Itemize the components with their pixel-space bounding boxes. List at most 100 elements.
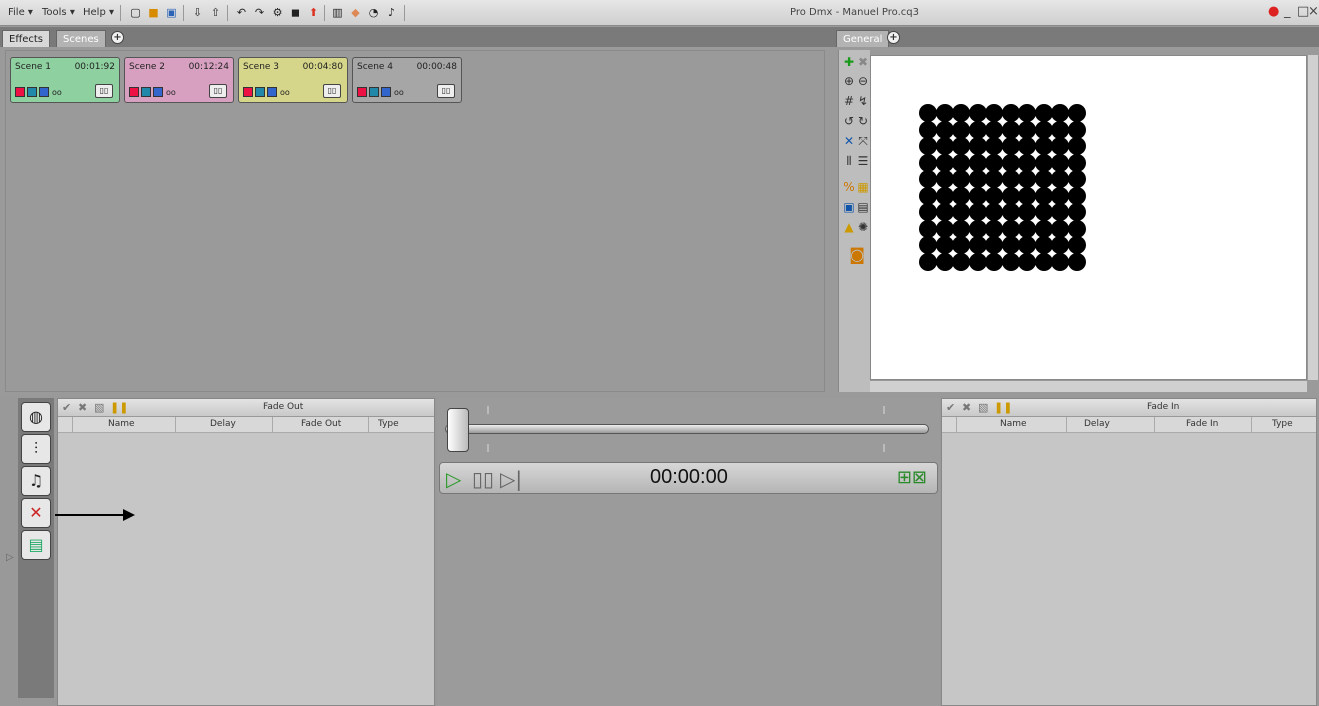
fixture-dot[interactable] [1067,104,1086,122]
matrix-icon[interactable]: ▦ [856,180,870,194]
add-fixture-icon[interactable]: ✚ [842,55,856,69]
cross-icon[interactable]: ✕ [842,134,856,148]
fixture-dot[interactable] [935,170,954,188]
scene-card[interactable]: Scene 4 00:00:48 oo ▯▯ [352,57,462,103]
fixture-dot[interactable] [1051,104,1069,122]
fixture-dot[interactable] [968,203,987,221]
fixture-dot[interactable] [1067,219,1086,238]
fixture-canvas[interactable] [870,55,1307,380]
fixture-dot[interactable] [919,120,937,139]
tab-general[interactable]: General [836,30,890,47]
zoom-out-icon[interactable]: ⊖ [856,74,870,88]
fixture-dot[interactable] [985,219,1003,238]
fixture-dot[interactable] [1034,236,1053,254]
fixture-dot[interactable] [1067,186,1086,205]
fixture-dot[interactable] [1051,120,1069,139]
fixture-dot[interactable] [985,104,1003,122]
column-delay[interactable]: Delay [210,419,236,429]
color-wheel-button[interactable]: ◍ [21,402,51,432]
dial-icon[interactable]: ◔ [366,5,381,20]
fixture-dot[interactable] [968,137,987,155]
horizontal-scrollbar[interactable] [870,380,1307,392]
footsteps-icon[interactable]: ❚❚ [110,402,128,414]
undo-icon[interactable]: ↶ [234,5,249,20]
fixture-dot[interactable] [1034,219,1053,238]
clear-icon[interactable]: ▧ [978,402,988,414]
column-fade-in[interactable]: Fade In [1186,419,1218,429]
options-icon[interactable]: ✺ [856,220,870,234]
column-name[interactable]: Name [108,419,135,429]
align-icon[interactable]: ⫴ [842,154,856,168]
fixture-dot[interactable] [1067,236,1086,254]
check-icon[interactable]: ✔ [946,402,955,414]
fixture-dot[interactable] [1018,120,1036,139]
expand-icon[interactable]: ▷ [6,552,14,563]
timeline-button[interactable]: ▤ [21,530,51,560]
fixture-dot[interactable] [1018,104,1036,122]
group-icon[interactable]: ▣ [842,200,856,214]
tab-scenes[interactable]: Scenes [56,30,106,47]
fixture-dot[interactable] [1067,120,1086,139]
percent-icon[interactable]: % [842,180,856,194]
fixture-dot[interactable] [985,186,1003,205]
check-icon[interactable]: ✔ [62,402,71,414]
fixture-dot[interactable] [919,170,937,188]
fixture-dot[interactable] [1018,137,1036,155]
fixture-dot[interactable] [968,186,987,205]
mixer-button[interactable]: ⫶ [21,434,51,464]
lock-icon[interactable]: ▲ [842,220,856,234]
fixture-dot[interactable] [1034,203,1053,221]
fixture-dot[interactable] [1067,137,1086,155]
zoom-in-icon[interactable]: ⊕ [842,74,856,88]
crossfade-slider-track[interactable] [445,424,929,434]
fixture-dot[interactable] [935,219,954,238]
fixture-dot[interactable] [968,219,987,238]
fixture-dot[interactable] [1001,120,1020,139]
fixture-dot[interactable] [1051,153,1069,172]
vertical-scrollbar[interactable] [1307,55,1318,380]
fixture-dot[interactable] [1034,153,1053,172]
fixture-dot[interactable] [935,236,954,254]
add-tab-button[interactable]: + [111,31,124,44]
menu-file[interactable]: File ▾ [8,7,33,18]
fixture-dot[interactable] [1001,219,1020,238]
settings-icon[interactable]: ⚙ [270,5,285,20]
fixture-dot[interactable] [919,252,937,271]
fixture-dot[interactable] [919,186,937,205]
fixture-dot[interactable] [919,153,937,172]
fixture-dot[interactable] [1018,170,1036,188]
fixture-dot[interactable] [1051,186,1069,205]
fixture-dot[interactable] [985,137,1003,155]
fixture-dot[interactable] [919,137,937,155]
column-fade-out[interactable]: Fade Out [301,419,341,429]
add-right-tab-button[interactable]: + [887,31,900,44]
fixture-dot[interactable] [1018,153,1036,172]
fade-out-list[interactable] [58,433,434,705]
fixture-dot[interactable] [1034,252,1053,271]
fader-icon[interactable]: ▯▯ [323,84,341,98]
fixture-dot[interactable] [919,219,937,238]
play-icon[interactable]: ▷ [446,468,461,490]
fixture-dot[interactable] [968,170,987,188]
column-type[interactable]: Type [378,419,399,429]
fixture-dot[interactable] [985,252,1003,271]
resize-icon[interactable]: ⤧ [856,134,870,148]
upload-icon[interactable]: ⬆ [306,5,321,20]
fixture-dot[interactable] [1067,203,1086,221]
fixture-dot[interactable] [1051,252,1069,271]
fader-icon[interactable]: ▯▯ [95,84,113,98]
fixture-dot[interactable] [919,236,937,254]
fixture-dot[interactable] [985,236,1003,254]
fixture-dot[interactable] [935,104,954,122]
fixture-dot[interactable] [1034,120,1053,139]
minimize-icon[interactable]: _ [1284,4,1291,20]
fixture-dot[interactable] [935,153,954,172]
fixture-dot[interactable] [968,252,987,271]
fixture-dot[interactable] [1001,104,1020,122]
fixture-dot[interactable] [935,252,954,271]
next-icon[interactable]: ▷| [500,468,522,490]
fixture-dot[interactable] [952,104,970,122]
fixture-dot[interactable] [935,137,954,155]
fixture-dot[interactable] [952,219,970,238]
close-icon[interactable]: ● [1268,4,1279,20]
